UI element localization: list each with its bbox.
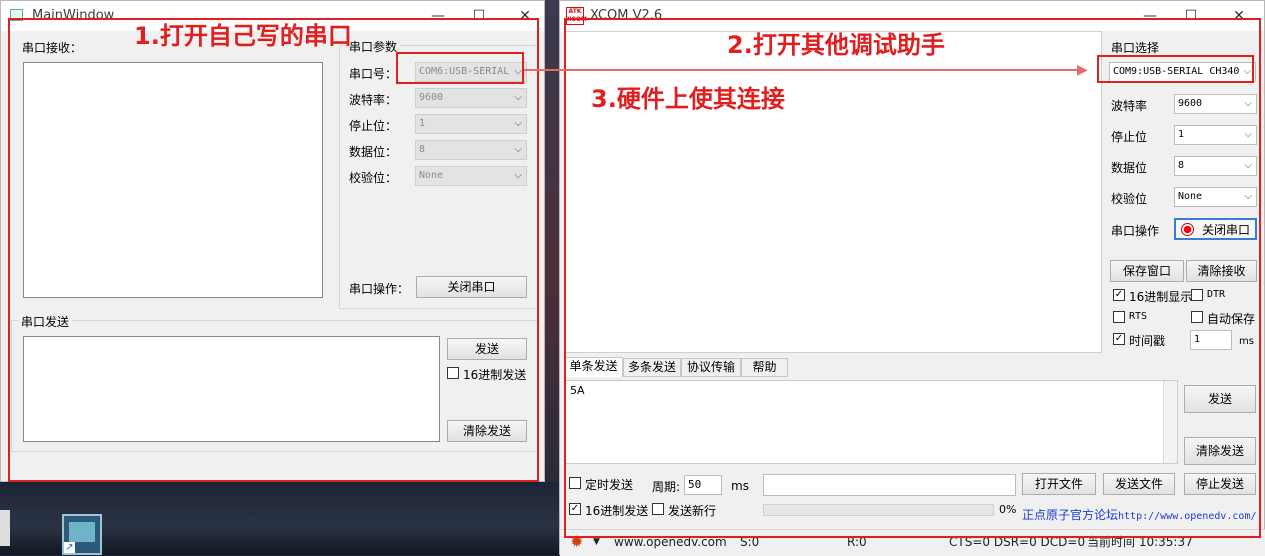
annotation-box-main-port xyxy=(396,52,524,84)
annotation-box-main-window xyxy=(8,18,539,482)
annotation-step2: 2.打开其他调试助手 xyxy=(727,31,945,59)
desktop-shortcut-icon[interactable]: ↗ xyxy=(62,514,102,555)
annotation-arrow-head: ▶ xyxy=(1077,62,1088,78)
annotation-connector-line xyxy=(524,69,1084,71)
desktop-icon-partial[interactable] xyxy=(0,510,10,546)
annotation-box-xcom-port xyxy=(1097,55,1254,83)
annotation-step1: 1.打开自己写的串口 xyxy=(134,22,352,50)
annotation-step3: 3.硬件上使其连接 xyxy=(591,85,785,113)
